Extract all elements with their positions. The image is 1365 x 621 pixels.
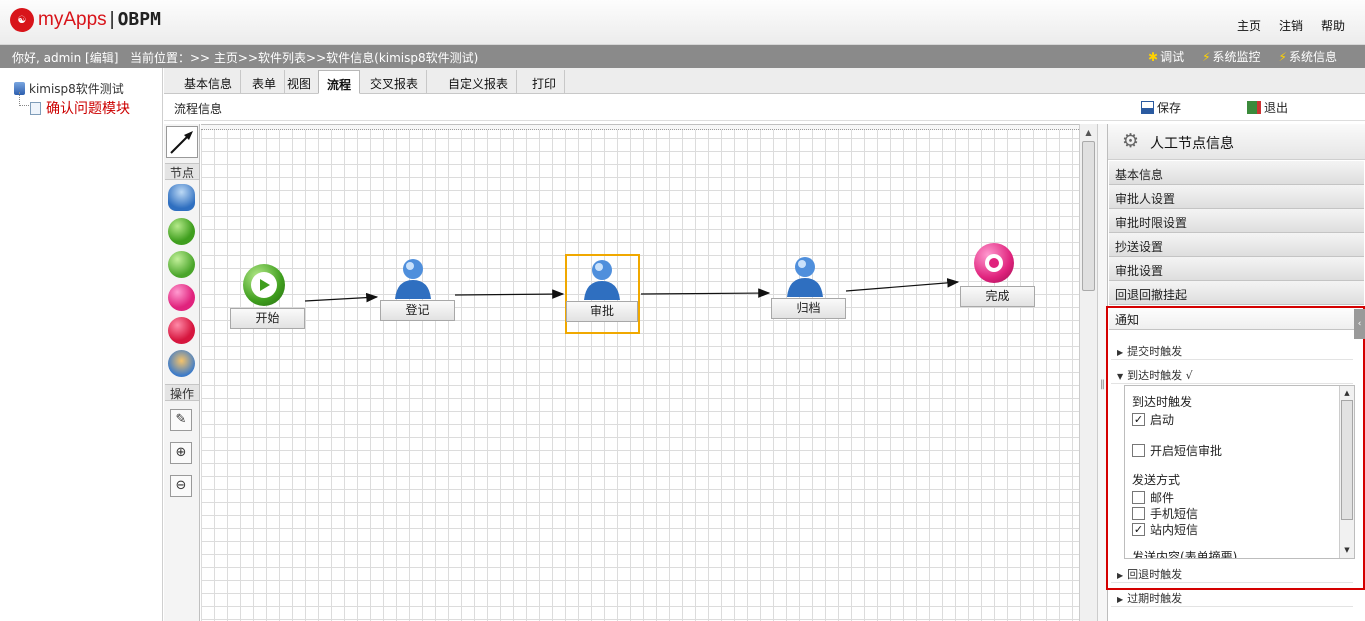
tab-bar: 基本信息 表单 视图 流程 交叉报表 自定义报表 打印: [164, 68, 1365, 94]
tab-view[interactable]: 视图: [279, 70, 321, 94]
module-tree: kimisp8软件测试 确认问题模块: [0, 68, 163, 621]
panel-collapse-icon[interactable]: ‹: [1354, 309, 1365, 339]
gear-icon: ⚙: [1122, 130, 1140, 152]
flow-node-end[interactable]: [974, 243, 1014, 283]
system-links: ✱ 调试 ⚡ 系统监控 ⚡ 系统信息: [1148, 48, 1337, 65]
flow-node-label[interactable]: 开始: [230, 308, 305, 329]
canvas-scrollbar[interactable]: ▲: [1079, 124, 1097, 621]
section-cc[interactable]: 抄送设置: [1109, 233, 1364, 257]
section-time-limit[interactable]: 审批时限设置: [1109, 209, 1364, 233]
scroll-up-icon[interactable]: ▲: [1082, 126, 1095, 139]
end-icon: [974, 243, 1014, 283]
zoom-in-icon[interactable]: ⊕: [170, 442, 192, 464]
tree-item-module[interactable]: 确认问题模块: [30, 98, 130, 118]
system-monitor-link[interactable]: ⚡ 系统监控: [1202, 48, 1260, 65]
system-monitor-label: 系统监控: [1212, 50, 1261, 64]
flow-node-label[interactable]: 登记: [380, 300, 455, 321]
workflow-toolbar: 流程信息 保存 退出: [164, 94, 1365, 121]
tab-basic-info[interactable]: 基本信息: [176, 70, 242, 94]
tab-workflow[interactable]: 流程: [318, 70, 361, 94]
top-links: 主页 注销 帮助: [1237, 17, 1345, 34]
select-arrow-tool[interactable]: [166, 126, 198, 158]
logo-name: myApps: [38, 9, 107, 30]
logo-product: OBPM: [117, 9, 161, 30]
panel-header: ⚙ 人工节点信息: [1108, 124, 1365, 160]
tab-print[interactable]: 打印: [524, 70, 566, 94]
logout-link[interactable]: 注销: [1279, 17, 1303, 34]
start-node-icon[interactable]: [168, 218, 195, 245]
home-link[interactable]: 主页: [1237, 17, 1261, 34]
eraser-tool-icon[interactable]: ✎: [170, 409, 192, 431]
connector-archive-complete[interactable]: [845, 278, 960, 292]
end-node-icon[interactable]: [168, 284, 195, 311]
person-icon[interactable]: [785, 254, 825, 298]
connector-approve-archive[interactable]: [640, 288, 771, 298]
exit-label: 退出: [1264, 101, 1289, 115]
system-info-link[interactable]: ⚡ 系统信息: [1279, 48, 1337, 65]
panel-title: 人工节点信息: [1150, 136, 1234, 152]
manual-node-icon[interactable]: [168, 184, 195, 211]
help-link[interactable]: 帮助: [1321, 17, 1345, 34]
trigger-label: 过期时触发: [1127, 592, 1183, 605]
flow-node-start[interactable]: [243, 264, 285, 306]
flow-node-label[interactable]: 审批: [566, 301, 638, 322]
grip-icon: ‖: [1100, 379, 1105, 390]
tab-custom-report[interactable]: 自定义报表: [440, 70, 518, 94]
subflow-node-icon[interactable]: [168, 350, 195, 377]
section-basic-info[interactable]: 基本信息: [1109, 161, 1364, 185]
flow-node-label[interactable]: 完成: [960, 286, 1035, 307]
lightning-icon: ⚡: [1278, 49, 1287, 64]
system-info-label: 系统信息: [1288, 50, 1337, 64]
save-button[interactable]: 保存: [1141, 99, 1181, 116]
tab-cross-report[interactable]: 交叉报表: [362, 70, 428, 94]
person-icon[interactable]: [393, 256, 433, 300]
save-label: 保存: [1157, 101, 1182, 115]
document-icon: [30, 101, 41, 115]
debug-link[interactable]: ✱ 调试: [1148, 48, 1184, 65]
workflow-canvas[interactable]: 开始 登记 审批 归档 完成: [201, 124, 1079, 621]
exit-button[interactable]: 退出: [1247, 99, 1288, 116]
workflow-title: 流程信息: [174, 102, 223, 116]
debug-label: 调试: [1160, 50, 1185, 64]
expand-arrow-icon: ▶: [1117, 595, 1124, 604]
timer-node-icon[interactable]: [168, 251, 195, 278]
save-icon: [1141, 101, 1154, 114]
section-rollback[interactable]: 回退回撤挂起: [1109, 281, 1364, 305]
start-icon: [243, 264, 285, 306]
operations-label: 操作: [165, 384, 199, 401]
section-approval[interactable]: 审批设置: [1109, 257, 1364, 281]
terminate-node-icon[interactable]: [168, 317, 195, 344]
info-bar: 你好, admin [编辑] 当前位置：>> 主页>>软件列表>>软件信息(ki…: [0, 45, 1365, 68]
logo-text: myApps | OBPM: [38, 9, 161, 30]
nodes-label: 节点: [165, 163, 199, 180]
exit-icon: [1247, 101, 1261, 114]
connector-register-approve[interactable]: [454, 289, 565, 299]
lightning-icon: ⚡: [1202, 49, 1211, 64]
flow-connectors: [304, 278, 960, 303]
node-palette: 节点 操作 ✎ ⊕ ⊖: [164, 124, 200, 621]
flow-node-label[interactable]: 归档: [771, 298, 846, 319]
connector-start-register[interactable]: [304, 292, 379, 303]
zoom-out-icon[interactable]: ⊖: [170, 475, 192, 497]
logo-mark-icon: ☯: [7, 5, 37, 35]
user-greeting[interactable]: 你好, admin [编辑]: [12, 49, 118, 66]
app-logo: ☯ myApps | OBPM: [7, 5, 161, 35]
arrow-icon: [170, 131, 193, 154]
tree-item-label: 确认问题模块: [46, 101, 130, 117]
tree-connector: [19, 92, 29, 106]
debug-icon: ✱: [1148, 49, 1159, 64]
app-header: ☯ myApps | OBPM 主页 注销 帮助: [0, 0, 1365, 45]
breadcrumb: 当前位置：>> 主页>>软件列表>>软件信息(kimisp8软件测试): [130, 51, 479, 65]
tree-root-label: kimisp8软件测试: [29, 82, 124, 96]
person-icon[interactable]: [582, 257, 622, 301]
scroll-thumb[interactable]: [1082, 141, 1095, 291]
highlight-frame: [1106, 306, 1365, 590]
section-approver[interactable]: 审批人设置: [1109, 185, 1364, 209]
tree-root[interactable]: kimisp8软件测试: [14, 80, 124, 97]
